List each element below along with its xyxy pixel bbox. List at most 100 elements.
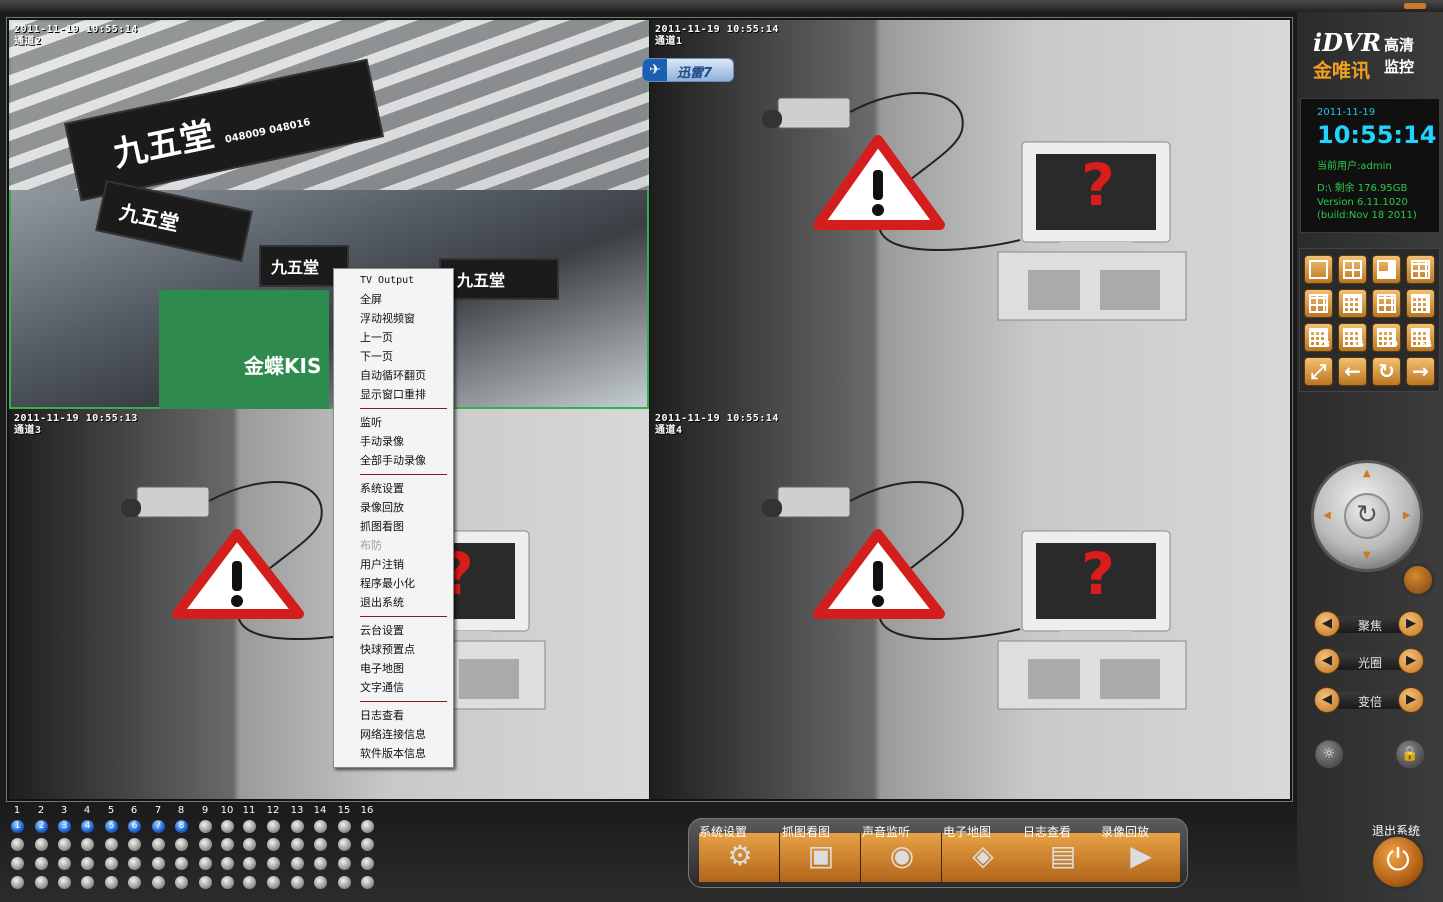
lock-icon[interactable]: 🔒 [1396,740,1424,768]
channel-status-dot[interactable] [58,857,71,870]
menu-item-ptz-settings[interactable]: 云台设置 [334,621,453,640]
window-control[interactable] [1404,3,1426,9]
channel-status-dot[interactable] [221,838,234,851]
channel-status-dot[interactable] [35,876,48,889]
channel-status-dot[interactable] [81,838,94,851]
menu-item-record-all[interactable]: 全部手动录像 [334,451,453,470]
channel-status-dot[interactable] [291,876,304,889]
channel-6-status[interactable]: 6 [128,820,141,833]
channel-status-dot[interactable] [267,876,280,889]
channel-status-dot[interactable] [291,857,304,870]
ptz-right-icon[interactable]: ▶ [1403,510,1411,521]
channel-status-dot[interactable] [267,820,280,833]
channel-status-dot[interactable] [128,876,141,889]
channel-status-dot[interactable] [291,838,304,851]
toolbar-snapshot[interactable]: 抓图看图 ▣ [780,823,861,883]
channel-status-dot[interactable] [175,857,188,870]
channel-1-status[interactable]: 1 [11,820,24,833]
channel-status-dot[interactable] [361,838,374,851]
menu-item-minimize[interactable]: 程序最小化 [334,574,453,593]
layout-36-button[interactable]: 36 [1338,323,1367,352]
channel-status-dot[interactable] [152,857,165,870]
iris-minus-button[interactable]: ◀ [1314,648,1340,674]
channel-8-status[interactable]: 8 [175,820,188,833]
menu-item-playback[interactable]: 录像回放 [334,498,453,517]
menu-item-version-info[interactable]: 软件版本信息 [334,744,453,763]
menu-item-system-settings[interactable]: 系统设置 [334,479,453,498]
focus-plus-button[interactable]: ▶ [1398,611,1424,637]
channel-status-dot[interactable] [175,876,188,889]
channel-status-dot[interactable] [243,838,256,851]
channel-status-dot[interactable] [105,857,118,870]
next-page-icon[interactable]: → [1406,357,1435,386]
layout-25-button[interactable] [1406,289,1435,318]
prev-page-icon[interactable]: ← [1338,357,1367,386]
channel-status-dot[interactable] [243,820,256,833]
toolbar-audio-monitor[interactable]: 声音监听 ◉ [861,823,942,883]
channel-status-dot[interactable] [221,876,234,889]
channel-status-dot[interactable] [81,857,94,870]
video-cell-2[interactable]: ? 2011-11-19 10:55:14 通道1 [650,20,1290,409]
channel-status-dot[interactable] [11,857,24,870]
layout-10-button[interactable] [1304,289,1333,318]
menu-item-fullscreen[interactable]: 全屏 [334,290,453,309]
channel-status-dot[interactable] [199,838,212,851]
focus-minus-button[interactable]: ◀ [1314,611,1340,637]
layout-13-button[interactable] [1338,289,1367,318]
video-cell-4[interactable]: ? 2011-11-19 10:55:14 通道4 [650,409,1290,799]
menu-item-snapshot[interactable]: 抓图看图 [334,517,453,536]
layout-6-button[interactable] [1372,255,1401,284]
layout-4-button[interactable] [1338,255,1367,284]
menu-item-rearrange[interactable]: 显示窗口重排 [334,385,453,404]
channel-status-dot[interactable] [199,820,212,833]
channel-status-dot[interactable] [199,857,212,870]
ptz-joystick[interactable]: ▲ ▼ ◀ ▶ ↻ [1297,460,1439,597]
channel-status-dot[interactable] [199,876,212,889]
channel-2-status[interactable]: 2 [35,820,48,833]
light-icon[interactable]: ☼ [1315,740,1343,768]
ptz-auto-icon[interactable]: ↻ [1344,493,1390,539]
channel-status-dot[interactable] [152,876,165,889]
channel-status-dot[interactable] [314,857,327,870]
menu-item-emap[interactable]: 电子地图 [334,659,453,678]
channel-status-dot[interactable] [338,857,351,870]
menu-item-text-chat[interactable]: 文字通信 [334,678,453,697]
menu-item-log[interactable]: 日志查看 [334,706,453,725]
xunlei-float-widget[interactable]: ✈ 迅雷7 [642,58,734,82]
menu-item-monitor-audio[interactable]: 监听 [334,413,453,432]
channel-status-dot[interactable] [338,876,351,889]
iris-plus-button[interactable]: ▶ [1398,648,1424,674]
layout-28-button[interactable]: 28 [1304,323,1333,352]
channel-status-dot[interactable] [361,857,374,870]
menu-item-network-info[interactable]: 网络连接信息 [334,725,453,744]
channel-status-dot[interactable] [291,820,304,833]
layout-49-button[interactable]: 49 [1372,323,1401,352]
channel-status-dot[interactable] [243,876,256,889]
channel-status-dot[interactable] [11,876,24,889]
ptz-speed-knob[interactable] [1401,563,1435,597]
channel-status-dot[interactable] [11,838,24,851]
channel-status-dot[interactable] [314,876,327,889]
menu-item-logout[interactable]: 用户注销 [334,555,453,574]
channel-status-dot[interactable] [314,838,327,851]
video-cell-1[interactable]: 九五堂 048009 048016 九五堂 九五堂 九五堂 金蝶KIS 2011-… [9,20,649,409]
channel-status-dot[interactable] [35,838,48,851]
channel-status-dot[interactable] [361,876,374,889]
zoom-minus-button[interactable]: ◀ [1314,687,1340,713]
channel-4-status[interactable]: 4 [81,820,94,833]
channel-status-dot[interactable] [221,820,234,833]
channel-status-dot[interactable] [35,857,48,870]
menu-item-tv-output[interactable]: TV Output [334,271,453,290]
toolbar-emap[interactable]: 电子地图 ◈ [942,823,1023,883]
channel-status-dot[interactable] [314,820,327,833]
channel-status-dot[interactable] [243,857,256,870]
channel-status-dot[interactable] [81,876,94,889]
channel-status-dot[interactable] [58,838,71,851]
layout-1-button[interactable] [1304,255,1333,284]
video-cell-3[interactable]: ? 2011-11-19 10:55:13 通道3 [9,409,649,799]
layout-16-button[interactable] [1372,289,1401,318]
ptz-down-icon[interactable]: ▼ [1363,550,1371,561]
menu-item-presets[interactable]: 快球预置点 [334,640,453,659]
channel-7-status[interactable]: 7 [152,820,165,833]
toolbar-log[interactable]: 日志查看 ▤ [1022,823,1103,883]
